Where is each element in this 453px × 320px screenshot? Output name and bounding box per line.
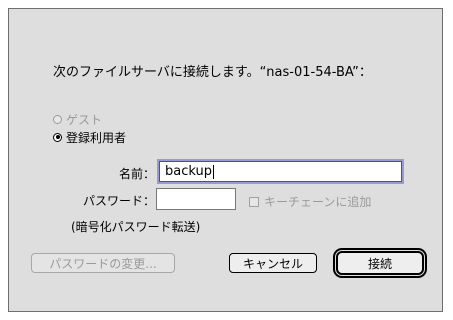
- password-field[interactable]: [156, 188, 236, 210]
- change-password-button[interactable]: パスワードの変更...: [31, 253, 175, 273]
- connect-button-label: 接続: [367, 256, 392, 271]
- guest-radio-circle: [53, 114, 62, 124]
- text-caret: [213, 164, 214, 179]
- registered-user-radio-label: 登録利用者: [66, 130, 127, 145]
- keychain-checkbox-label: キーチェーンに追加: [264, 195, 372, 209]
- connect-dialog: 次のファイルサーバに接続します。“nas-01-54-BA”： ゲスト 登録利用…: [8, 8, 443, 312]
- cancel-button-label: キャンセル: [242, 256, 303, 271]
- name-field[interactable]: backup: [157, 159, 404, 184]
- change-password-button-label: パスワードの変更...: [49, 256, 157, 271]
- connect-message: 次のファイルサーバに接続します。“nas-01-54-BA”：: [53, 65, 372, 80]
- name-label: 名前：: [118, 167, 155, 181]
- cancel-button[interactable]: キャンセル: [229, 253, 317, 273]
- guest-radio-label: ゲスト: [66, 112, 103, 127]
- keychain-checkbox-box: [249, 196, 259, 207]
- registered-user-radio-circle: [53, 132, 62, 142]
- password-label: パスワード：: [82, 194, 155, 208]
- name-field-value: backup: [165, 164, 212, 179]
- guest-radio[interactable]: ゲスト: [53, 111, 102, 127]
- encryption-note: (暗号化パスワード転送): [71, 220, 201, 234]
- add-to-keychain-checkbox[interactable]: キーチェーンに追加: [249, 193, 371, 210]
- registered-user-radio[interactable]: 登録利用者: [53, 129, 126, 145]
- connect-button[interactable]: 接続: [336, 251, 424, 275]
